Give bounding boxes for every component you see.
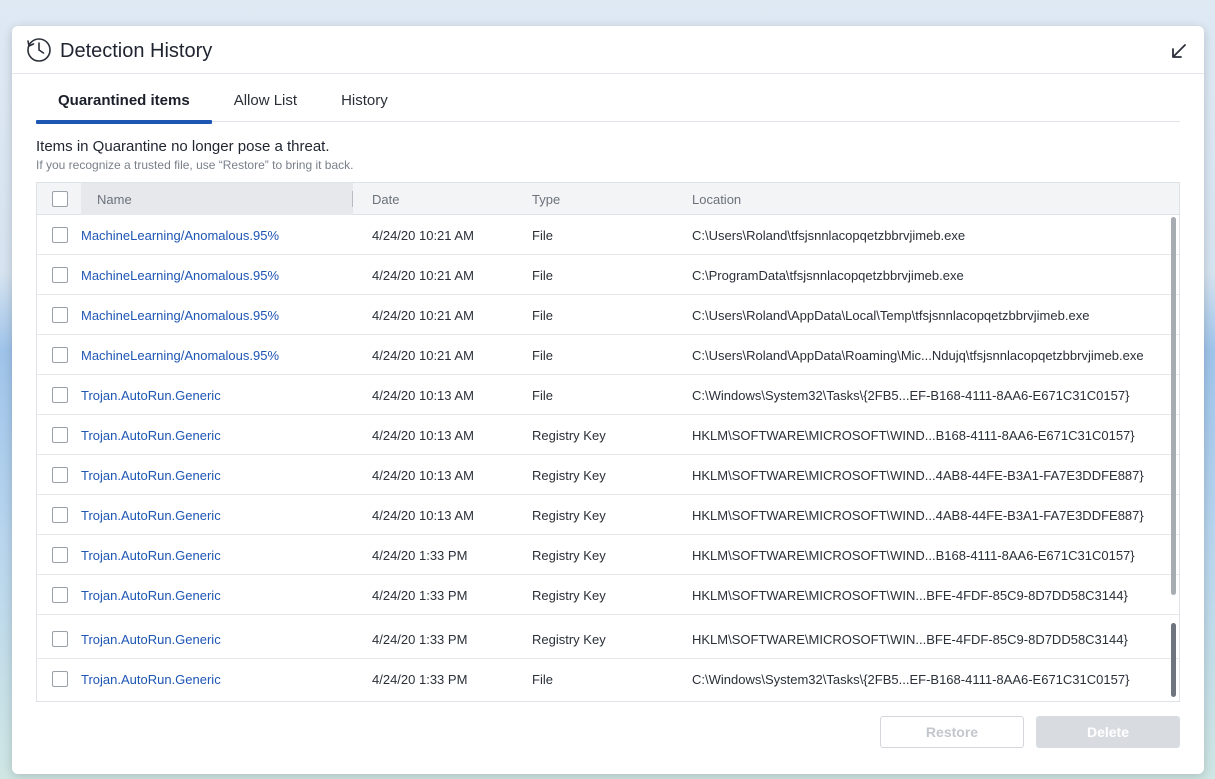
scrollbar-thumb-lower[interactable]	[1171, 623, 1176, 697]
row-type: File	[532, 388, 553, 403]
tab-allow-list[interactable]: Allow List	[212, 86, 319, 122]
tab-bar: Quarantined items Allow List History	[36, 86, 1180, 124]
table-row[interactable]: Trojan.AutoRun.Generic 4/24/20 1:33 PM R…	[37, 535, 1179, 575]
row-location: C:\ProgramData\tfsjsnnlacopqetzbbrvjimeb…	[692, 268, 964, 283]
threat-name-link[interactable]: MachineLearning/Anomalous.95%	[81, 228, 279, 243]
row-location: C:\Users\Roland\AppData\Local\Temp\tfsjs…	[692, 308, 1090, 323]
row-checkbox[interactable]	[52, 587, 68, 603]
table-row[interactable]: Trojan.AutoRun.Generic 4/24/20 10:13 AM …	[37, 415, 1179, 455]
tab-quarantined-items[interactable]: Quarantined items	[36, 86, 212, 124]
column-header-location[interactable]: Location	[692, 192, 741, 207]
row-date: 4/24/20 10:13 AM	[372, 508, 474, 523]
threat-name-link[interactable]: MachineLearning/Anomalous.95%	[81, 348, 279, 363]
title-bar: Detection History	[12, 26, 1204, 74]
quarantine-info-text: Items in Quarantine no longer pose a thr…	[36, 138, 330, 155]
row-checkbox[interactable]	[52, 387, 68, 403]
scrollbar-thumb-upper[interactable]	[1171, 217, 1176, 595]
row-type: Registry Key	[532, 632, 606, 647]
row-location: C:\Windows\System32\Tasks\{2FB5...EF-B16…	[692, 672, 1130, 687]
table-row[interactable]: Trojan.AutoRun.Generic 4/24/20 10:13 AM …	[37, 495, 1179, 535]
threat-name-link[interactable]: Trojan.AutoRun.Generic	[81, 428, 221, 443]
row-checkbox[interactable]	[52, 467, 68, 483]
row-date: 4/24/20 10:13 AM	[372, 388, 474, 403]
row-type: Registry Key	[532, 468, 606, 483]
collapse-window-button[interactable]	[1168, 40, 1190, 62]
clock-history-icon	[27, 38, 51, 62]
row-checkbox[interactable]	[52, 631, 68, 647]
detection-history-window: Detection History Quarantined items Allo…	[12, 26, 1204, 774]
threat-name-link[interactable]: Trojan.AutoRun.Generic	[81, 468, 221, 483]
quarantine-info-hint: If you recognize a trusted file, use “Re…	[36, 158, 354, 172]
row-type: File	[532, 672, 553, 687]
row-checkbox[interactable]	[52, 227, 68, 243]
row-checkbox[interactable]	[52, 671, 68, 687]
row-location: HKLM\SOFTWARE\MICROSOFT\WIND...4AB8-44FE…	[692, 508, 1144, 523]
restore-button[interactable]: Restore	[880, 716, 1024, 748]
threat-name-link[interactable]: Trojan.AutoRun.Generic	[81, 588, 221, 603]
row-checkbox[interactable]	[52, 547, 68, 563]
row-type: File	[532, 348, 553, 363]
table-row[interactable]: Trojan.AutoRun.Generic 4/24/20 10:13 AM …	[37, 455, 1179, 495]
row-type: Registry Key	[532, 548, 606, 563]
row-location: C:\Windows\System32\Tasks\{2FB5...EF-B16…	[692, 388, 1130, 403]
table-row[interactable]: MachineLearning/Anomalous.95% 4/24/20 10…	[37, 335, 1179, 375]
table-row[interactable]: MachineLearning/Anomalous.95% 4/24/20 10…	[37, 255, 1179, 295]
row-checkbox[interactable]	[52, 267, 68, 283]
threat-name-link[interactable]: Trojan.AutoRun.Generic	[81, 508, 221, 523]
row-checkbox[interactable]	[52, 427, 68, 443]
row-location: HKLM\SOFTWARE\MICROSOFT\WIND...B168-4111…	[692, 548, 1135, 563]
tab-history[interactable]: History	[319, 86, 410, 122]
row-type: File	[532, 308, 553, 323]
threat-name-link[interactable]: MachineLearning/Anomalous.95%	[81, 308, 279, 323]
threat-name-link[interactable]: MachineLearning/Anomalous.95%	[81, 268, 279, 283]
row-type: Registry Key	[532, 428, 606, 443]
row-location: HKLM\SOFTWARE\MICROSOFT\WIN...BFE-4FDF-8…	[692, 588, 1128, 603]
row-date: 4/24/20 1:33 PM	[372, 548, 468, 563]
row-date: 4/24/20 10:21 AM	[372, 228, 474, 243]
table-row[interactable]: Trojan.AutoRun.Generic 4/24/20 1:33 PM R…	[37, 575, 1179, 615]
row-location: HKLM\SOFTWARE\MICROSOFT\WIN...BFE-4FDF-8…	[692, 632, 1128, 647]
column-header-type[interactable]: Type	[532, 192, 560, 207]
quarantine-table: Name Date Type Location MachineLearning/…	[36, 182, 1180, 702]
row-type: Registry Key	[532, 588, 606, 603]
row-date: 4/24/20 10:13 AM	[372, 428, 474, 443]
table-row[interactable]: Trojan.AutoRun.Generic 4/24/20 1:33 PM R…	[37, 619, 1179, 659]
threat-name-link[interactable]: Trojan.AutoRun.Generic	[81, 388, 221, 403]
row-date: 4/24/20 10:21 AM	[372, 348, 474, 363]
table-header: Name Date Type Location	[37, 183, 1179, 215]
row-checkbox[interactable]	[52, 507, 68, 523]
table-row[interactable]: Trojan.AutoRun.Generic 4/24/20 1:33 PM F…	[37, 659, 1179, 699]
row-type: File	[532, 228, 553, 243]
column-header-date[interactable]: Date	[372, 192, 399, 207]
column-resize-handle[interactable]	[352, 191, 353, 207]
row-location: HKLM\SOFTWARE\MICROSOFT\WIND...4AB8-44FE…	[692, 468, 1144, 483]
threat-name-link[interactable]: Trojan.AutoRun.Generic	[81, 672, 221, 687]
table-row[interactable]: MachineLearning/Anomalous.95% 4/24/20 10…	[37, 215, 1179, 255]
threat-name-link[interactable]: Trojan.AutoRun.Generic	[81, 632, 221, 647]
row-type: Registry Key	[532, 508, 606, 523]
table-row[interactable]: MachineLearning/Anomalous.95% 4/24/20 10…	[37, 295, 1179, 335]
row-date: 4/24/20 1:33 PM	[372, 632, 468, 647]
row-date: 4/24/20 1:33 PM	[372, 672, 468, 687]
column-header-name[interactable]: Name	[97, 192, 132, 207]
row-date: 4/24/20 1:33 PM	[372, 588, 468, 603]
row-location: HKLM\SOFTWARE\MICROSOFT\WIND...B168-4111…	[692, 428, 1135, 443]
delete-button[interactable]: Delete	[1036, 716, 1180, 748]
arrow-down-left-icon	[1172, 44, 1186, 58]
threat-name-link[interactable]: Trojan.AutoRun.Generic	[81, 548, 221, 563]
window-title: Detection History	[60, 40, 213, 62]
table-body: MachineLearning/Anomalous.95% 4/24/20 10…	[37, 215, 1179, 699]
row-location: C:\Users\Roland\tfsjsnnlacopqetzbbrvjime…	[692, 228, 966, 243]
row-checkbox[interactable]	[52, 307, 68, 323]
table-row[interactable]: Trojan.AutoRun.Generic 4/24/20 10:13 AM …	[37, 375, 1179, 415]
row-date: 4/24/20 10:21 AM	[372, 268, 474, 283]
select-all-checkbox[interactable]	[52, 191, 68, 207]
row-date: 4/24/20 10:21 AM	[372, 308, 474, 323]
row-date: 4/24/20 10:13 AM	[372, 468, 474, 483]
row-location: C:\Users\Roland\AppData\Roaming\Mic...Nd…	[692, 348, 1144, 363]
row-type: File	[532, 268, 553, 283]
row-checkbox[interactable]	[52, 347, 68, 363]
